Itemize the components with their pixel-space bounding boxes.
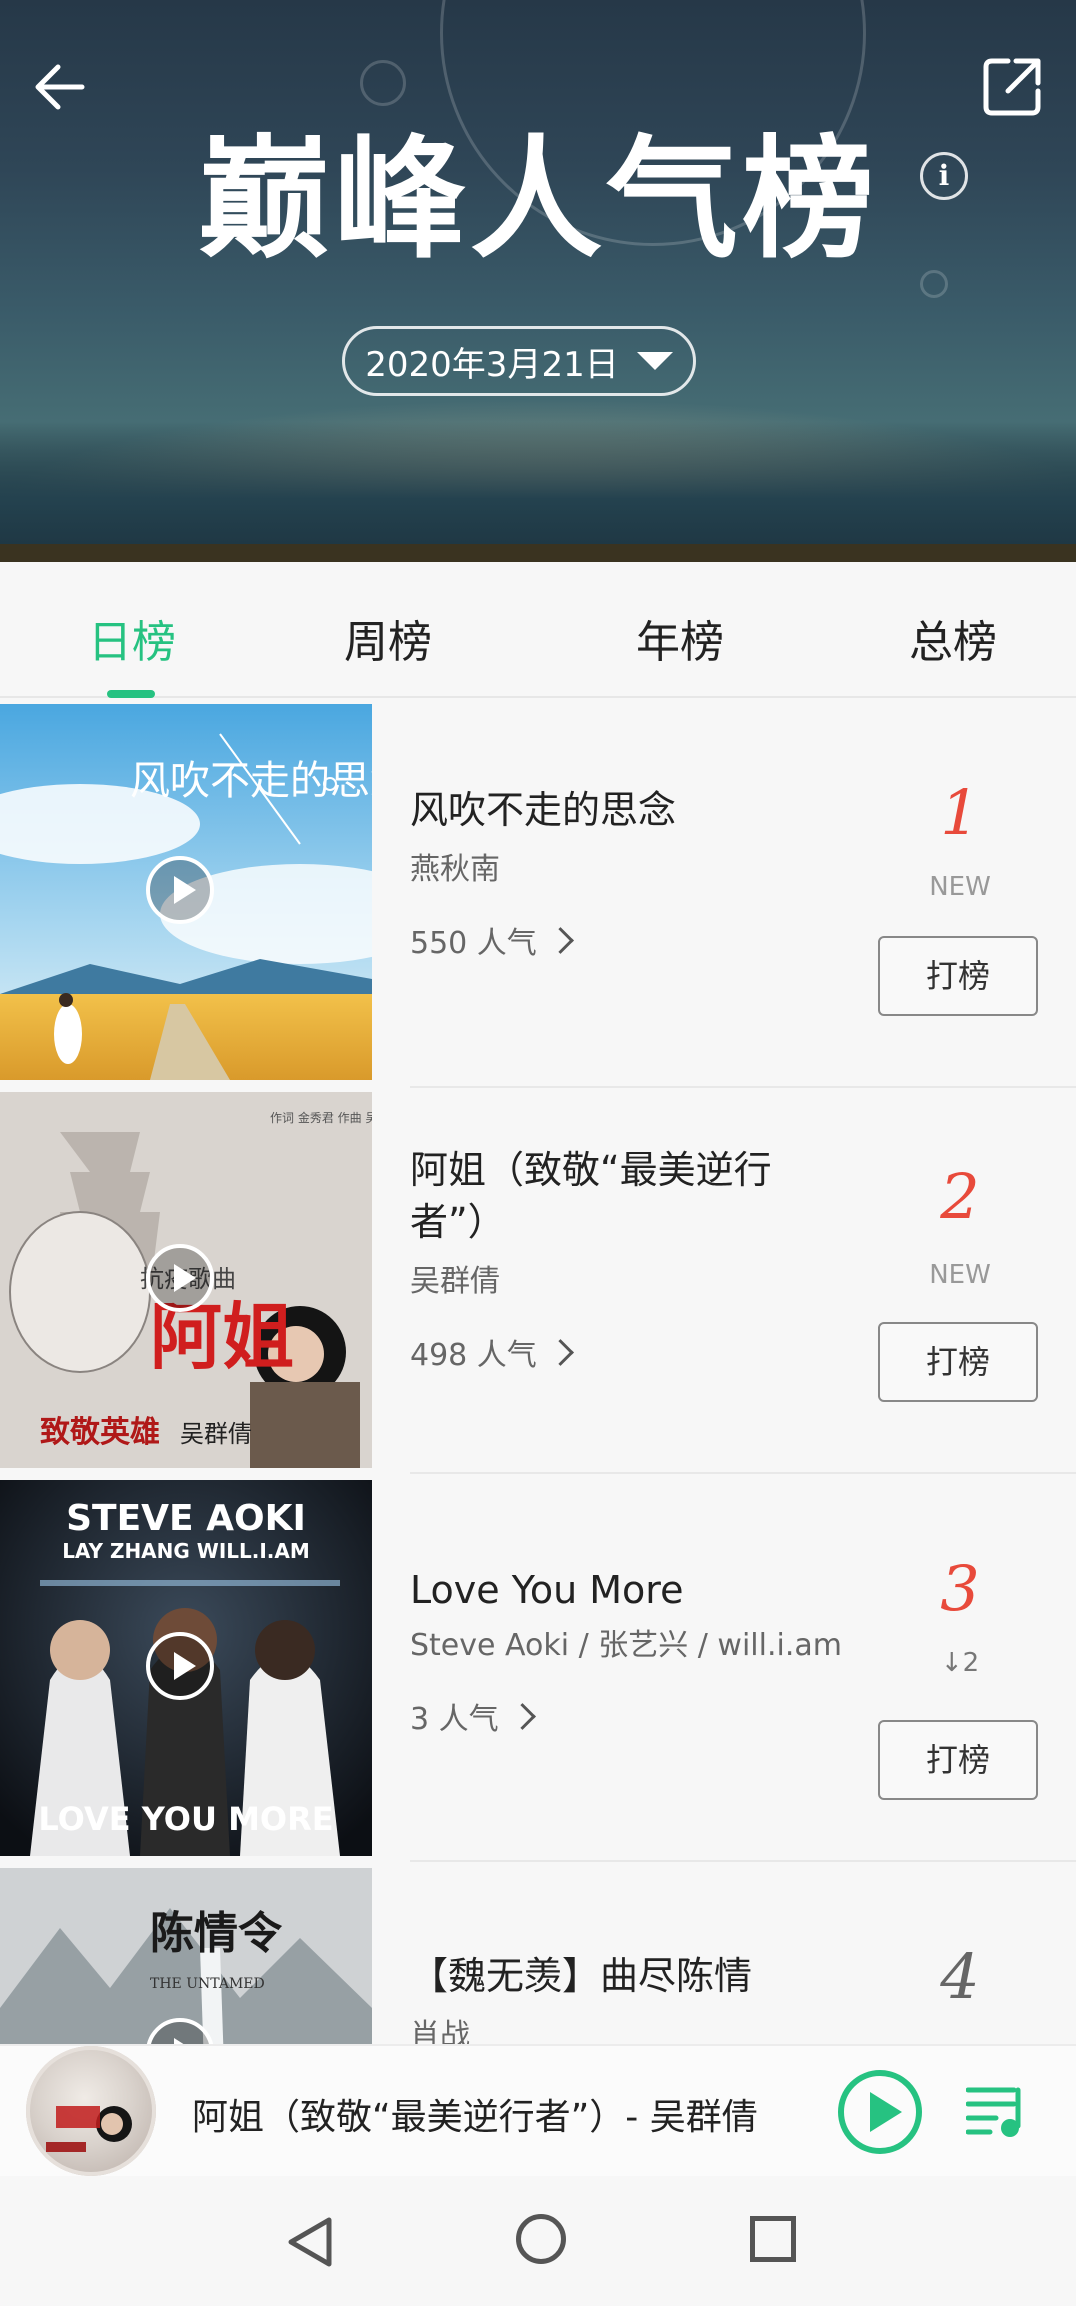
- popularity-link[interactable]: 3 人气: [410, 1694, 536, 1738]
- triangle-back-icon: [288, 2217, 332, 2267]
- list-item[interactable]: STEVE AOKI LAY ZHANG WILL.I.AM LOVE YOU …: [0, 1480, 1076, 1856]
- play-video-icon[interactable]: [146, 856, 214, 924]
- active-tab-indicator: [107, 690, 155, 698]
- info-icon[interactable]: i: [920, 152, 968, 200]
- row-divider: [410, 1472, 1076, 1474]
- song-title: 风吹不走的思念: [410, 788, 677, 832]
- song-artist[interactable]: 肖战: [410, 2010, 880, 2044]
- mini-player[interactable]: 阿姐（致敬“最美逆行者”）- 吴群倩: [0, 2044, 1076, 2178]
- header-hills: [0, 422, 1076, 562]
- now-playing-title: 阿姐（致敬“最美逆行者”）- 吴群倩: [192, 2097, 758, 2138]
- popularity-link[interactable]: 498 人气: [410, 1330, 574, 1374]
- list-item[interactable]: 抗疫歌曲 阿姐 致敬英雄 吴群倩 作词 金秀君 作曲 吴群倩 阿姐（致敬“最美逆…: [0, 1092, 1076, 1468]
- tab-daily[interactable]: 日榜: [32, 606, 232, 670]
- song-artist[interactable]: 燕秋南: [410, 844, 880, 888]
- nav-home-button[interactable]: [516, 2214, 566, 2264]
- popularity-count: 498 人气: [410, 1338, 537, 1373]
- vote-button[interactable]: 打榜: [878, 936, 1038, 1016]
- song-thumbnail[interactable]: 抗疫歌曲 阿姐 致敬英雄 吴群倩 作词 金秀君 作曲 吴群倩: [0, 1092, 372, 1468]
- rank-change: NEW: [929, 1260, 991, 1290]
- play-video-icon[interactable]: [146, 1244, 214, 1312]
- thumbnail-corner-text: 致敬英雄: [40, 1415, 160, 1450]
- playlist-button[interactable]: [965, 2082, 1030, 2142]
- song-artist[interactable]: 吴群倩: [410, 1256, 880, 1300]
- thumbnail-singer: 吴群倩: [180, 1420, 252, 1448]
- popularity-link[interactable]: 550 人气: [410, 918, 574, 962]
- chart-header: 巅峰人气榜 i 2020年3月21日: [0, 0, 1076, 562]
- rank-number: 2: [940, 1160, 980, 1233]
- thumbnail-artist-line1: STEVE AOKI: [66, 1498, 306, 1539]
- list-item[interactable]: 陈情令 THE UNTAMED 【魏无羡】曲尽陈情 肖战 4: [0, 1868, 1076, 2044]
- date-selector[interactable]: 2020年3月21日: [342, 326, 696, 396]
- nav-back-button[interactable]: [285, 2216, 335, 2268]
- play-button[interactable]: [838, 2070, 922, 2154]
- song-title: 阿姐（致敬“最美逆行者”）: [410, 1148, 772, 1244]
- row-divider: [410, 1860, 1076, 1862]
- system-navigation-bar: [0, 2176, 1076, 2306]
- thumbnail-title: 陈情令: [150, 1908, 283, 1959]
- now-playing-artwork[interactable]: [26, 2046, 156, 2176]
- thumbnail-subtitle: THE UNTAMED: [150, 1976, 265, 1992]
- song-title: Love You More: [410, 1568, 684, 1612]
- nav-recents-button[interactable]: [750, 2216, 796, 2262]
- tab-all-time[interactable]: 总榜: [853, 606, 1053, 670]
- back-button[interactable]: [30, 55, 94, 119]
- chevron-right-icon: [546, 926, 574, 954]
- popularity-count: 3 人气: [410, 1702, 499, 1737]
- chevron-down-icon: [636, 352, 673, 370]
- rank-number: 4: [940, 1940, 980, 2013]
- song-thumbnail[interactable]: 风吹不走的思念: [0, 704, 372, 1080]
- date-label: 2020年3月21日: [365, 344, 619, 385]
- artwork-image: [46, 2106, 132, 2152]
- rank-number: 1: [940, 776, 980, 849]
- song-artist[interactable]: Steve Aoki / 张艺兴 / will.i.am: [410, 1620, 880, 1664]
- list-item[interactable]: 风吹不走的思念 风吹不走的思念 燕秋南 550 人气 1 NEW 打榜: [0, 704, 1076, 1080]
- thumbnail-title: LOVE YOU MORE: [38, 1800, 333, 1838]
- share-button[interactable]: [980, 55, 1044, 119]
- song-title: 【魏无羡】曲尽陈情: [410, 1954, 753, 1998]
- page-title: 巅峰人气榜: [198, 123, 878, 277]
- tab-weekly[interactable]: 周榜: [288, 606, 488, 670]
- song-thumbnail[interactable]: STEVE AOKI LAY ZHANG WILL.I.AM LOVE YOU …: [0, 1480, 372, 1856]
- rank-number: 3: [940, 1552, 980, 1625]
- header-ground: [0, 544, 1076, 562]
- chevron-right-icon: [546, 1338, 574, 1366]
- thumbnail-title: 风吹不走的思念: [130, 758, 372, 804]
- back-arrow-icon: [35, 64, 85, 110]
- row-divider: [410, 1086, 1076, 1088]
- vote-button[interactable]: 打榜: [878, 1322, 1038, 1402]
- chevron-right-icon: [508, 1702, 536, 1730]
- vote-button[interactable]: 打榜: [878, 1720, 1038, 1800]
- rank-change: ↓2: [940, 1648, 980, 1678]
- header-decor-ring: [360, 60, 406, 106]
- playlist-icon: [965, 2087, 1021, 2137]
- share-icon: [983, 58, 1041, 116]
- popularity-count: 550 人气: [410, 926, 537, 961]
- play-video-icon[interactable]: [146, 1632, 214, 1700]
- thumbnail-credits: 作词 金秀君 作曲 吴群倩: [270, 1110, 372, 1125]
- chart-period-tabs: 日榜 周榜 年榜 总榜: [0, 562, 1076, 698]
- tab-yearly[interactable]: 年榜: [580, 606, 780, 670]
- song-thumbnail[interactable]: 陈情令 THE UNTAMED: [0, 1868, 372, 2044]
- thumbnail-artist-line2: LAY ZHANG WILL.I.AM: [62, 1539, 310, 1563]
- rank-change: NEW: [929, 872, 991, 902]
